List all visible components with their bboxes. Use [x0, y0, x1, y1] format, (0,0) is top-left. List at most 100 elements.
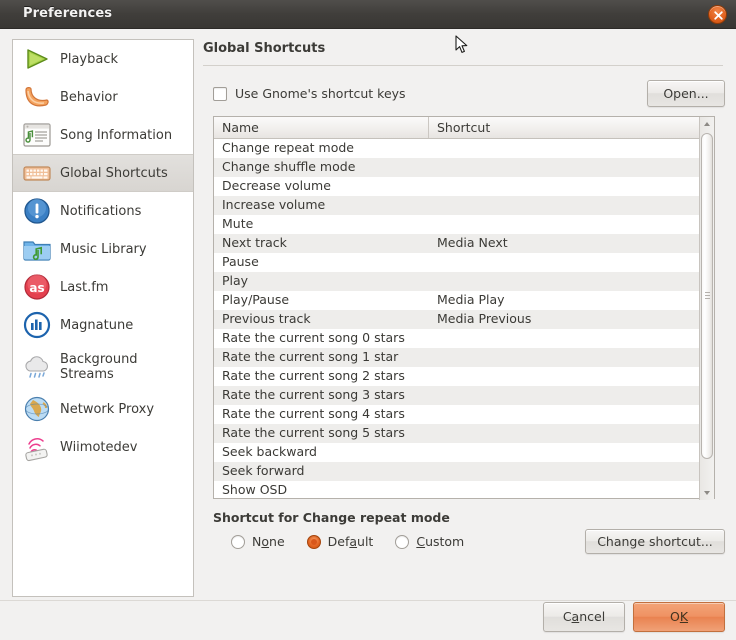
- cell-shortcut: [429, 462, 714, 481]
- change-shortcut-button[interactable]: Change shortcut...: [585, 529, 725, 554]
- radio-option-custom[interactable]: Custom: [395, 534, 464, 549]
- cell-name: Change shuffle mode: [222, 159, 356, 174]
- sidebar-item-magnatune[interactable]: Magnatune: [13, 306, 193, 344]
- sidebar-item-playback[interactable]: Playback: [13, 40, 193, 78]
- sidebar-item-behavior[interactable]: Behavior: [13, 78, 193, 116]
- cell-shortcut: Media Play: [437, 292, 505, 307]
- table-row[interactable]: Mute: [214, 215, 714, 234]
- radio-label: Custom: [416, 534, 465, 549]
- cell-shortcut: [429, 405, 714, 424]
- table-row[interactable]: Rate the current song 3 stars: [214, 386, 714, 405]
- cell-shortcut: Media Previous: [437, 311, 532, 326]
- table-row[interactable]: Decrease volume: [214, 177, 714, 196]
- table-row[interactable]: Rate the current song 2 stars: [214, 367, 714, 386]
- table-row[interactable]: Show OSD: [214, 481, 714, 498]
- footer-divider: [0, 600, 736, 601]
- cell-name: Pause: [222, 254, 259, 269]
- open-button[interactable]: Open...: [647, 80, 725, 107]
- scroll-down-icon[interactable]: [700, 486, 714, 500]
- scrollbar-thumb[interactable]: [701, 133, 713, 459]
- music-folder-icon: [21, 233, 53, 265]
- radio-option-default[interactable]: Default: [306, 534, 374, 549]
- page-title: Global Shortcuts: [203, 41, 326, 56]
- sidebar-item-label: Playback: [60, 51, 119, 67]
- ok-button[interactable]: OK: [633, 602, 725, 632]
- mouse-cursor: [455, 35, 469, 55]
- table-row[interactable]: Seek backward: [214, 443, 714, 462]
- column-header-name[interactable]: Name: [214, 117, 429, 138]
- sidebar-item-background-streams[interactable]: Background Streams: [13, 344, 193, 390]
- lastfm-icon: as: [21, 271, 53, 303]
- cell-shortcut: Media Next: [437, 235, 508, 250]
- scrollbar-grip-icon: [705, 292, 710, 300]
- sidebar-item-label: Wiimotedev: [60, 439, 138, 455]
- close-x-glyph: [714, 11, 723, 20]
- cell-name: Next track: [222, 235, 287, 250]
- sidebar-item-label: Notifications: [60, 203, 142, 219]
- cell-name: Previous track: [222, 311, 311, 326]
- radio-label: None: [252, 534, 285, 549]
- radio-option-none[interactable]: None: [231, 534, 285, 549]
- cell-shortcut: [429, 158, 714, 177]
- scroll-up-icon[interactable]: [700, 117, 714, 131]
- checkbox-box[interactable]: [213, 86, 227, 101]
- table-row[interactable]: Rate the current song 4 stars: [214, 405, 714, 424]
- sidebar-item-network-proxy[interactable]: Network Proxy: [13, 390, 193, 428]
- keyboard-icon: [21, 157, 53, 189]
- cell-name: Increase volume: [222, 197, 326, 212]
- sidebar-item-lastfm[interactable]: as Last.fm: [13, 268, 193, 306]
- sidebar-item-wiimotedev[interactable]: Wiimotedev: [13, 428, 193, 466]
- column-header-shortcut[interactable]: Shortcut: [429, 117, 714, 138]
- sidebar-item-global-shortcuts[interactable]: Global Shortcuts: [13, 154, 193, 192]
- cancel-button[interactable]: Cancel: [543, 602, 625, 632]
- table-row[interactable]: Rate the current song 1 star: [214, 348, 714, 367]
- radio-dot[interactable]: [395, 534, 410, 549]
- main-panel: Global Shortcuts Use Gnome's shortcut ke…: [203, 39, 725, 597]
- radio-dot[interactable]: [306, 534, 321, 549]
- cell-shortcut: [429, 272, 714, 291]
- sidebar-item-notifications[interactable]: Notifications: [13, 192, 193, 230]
- table-row[interactable]: Rate the current song 0 stars: [214, 329, 714, 348]
- sidebar-item-label: Network Proxy: [60, 401, 155, 417]
- cell-name: Rate the current song 1 star: [222, 349, 399, 364]
- table-row[interactable]: Pause: [214, 253, 714, 272]
- sidebar-item-label: Music Library: [60, 241, 147, 257]
- list-body[interactable]: Change repeat mode Change shuffle mode Dec…: [214, 139, 714, 498]
- shortcut-section-title: Shortcut for Change repeat mode: [213, 510, 450, 525]
- sidebar-item-song-information[interactable]: Song Information: [13, 116, 193, 154]
- close-icon[interactable]: [708, 5, 727, 24]
- radio-dot[interactable]: [231, 534, 245, 549]
- preferences-window: Preferences Playback Behavior Song Infor…: [0, 0, 736, 640]
- cell-name: Mute: [222, 216, 254, 231]
- play-triangle-icon: [21, 43, 53, 75]
- cell-name: Rate the current song 4 stars: [222, 406, 405, 421]
- title-bar: Preferences: [0, 0, 736, 29]
- dialog-buttons: Cancel OK: [543, 602, 725, 632]
- wiimote-icon: [21, 431, 53, 463]
- table-row[interactable]: Change shuffle mode: [214, 158, 714, 177]
- rain-cloud-icon: [21, 351, 53, 383]
- table-row[interactable]: Change repeat mode: [214, 139, 714, 158]
- table-row[interactable]: Seek forward: [214, 462, 714, 481]
- preferences-sidebar[interactable]: Playback Behavior Song Information Globa…: [12, 39, 194, 597]
- cell-name: Decrease volume: [222, 178, 331, 193]
- table-row[interactable]: Increase volume: [214, 196, 714, 215]
- use-gnome-shortcuts-checkbox[interactable]: Use Gnome's shortcut keys: [213, 86, 406, 101]
- radio-label: Default: [327, 534, 374, 549]
- cell-shortcut: [429, 348, 714, 367]
- table-row[interactable]: Play: [214, 272, 714, 291]
- sidebar-item-music-library[interactable]: Music Library: [13, 230, 193, 268]
- shortcut-mode-radio-group[interactable]: None Default Custom: [231, 534, 486, 549]
- table-row[interactable]: Next track Media Next: [214, 234, 714, 253]
- cell-name: Change repeat mode: [222, 140, 354, 155]
- table-row[interactable]: Previous track Media Previous: [214, 310, 714, 329]
- list-scrollbar[interactable]: [699, 117, 714, 500]
- cell-shortcut: [429, 177, 714, 196]
- sidebar-item-label: Global Shortcuts: [60, 165, 168, 181]
- shortcuts-list[interactable]: Name Shortcut Change repeat mode Change s…: [213, 116, 715, 500]
- table-row[interactable]: Play/Pause Media Play: [214, 291, 714, 310]
- cell-name: Show OSD: [222, 482, 288, 497]
- sidebar-item-label: Last.fm: [60, 279, 109, 295]
- table-row[interactable]: Rate the current song 5 stars: [214, 424, 714, 443]
- cell-name: Play: [222, 273, 249, 288]
